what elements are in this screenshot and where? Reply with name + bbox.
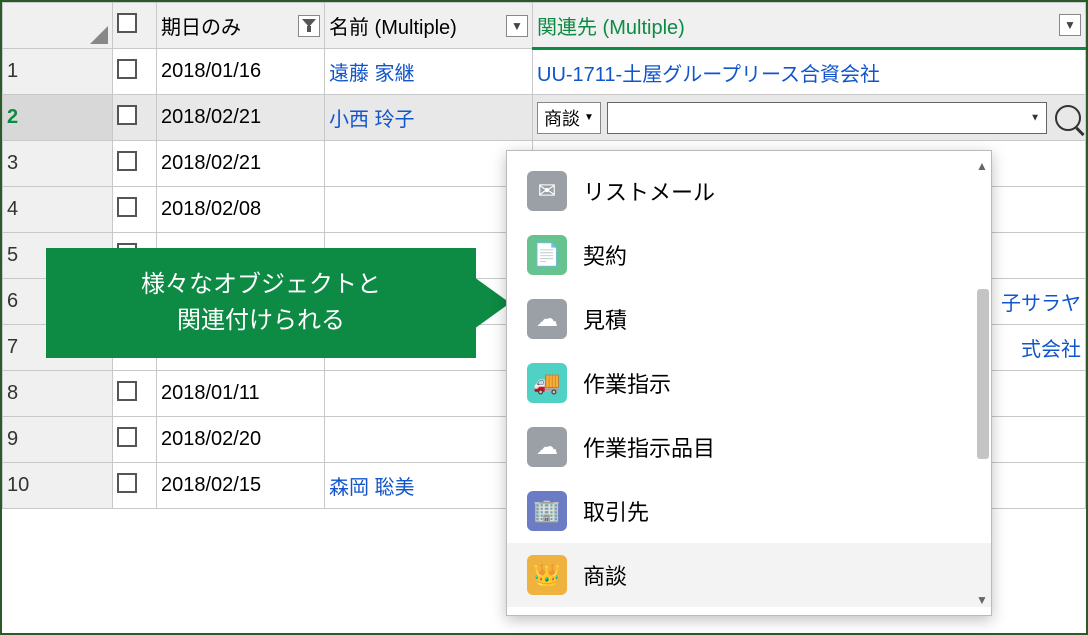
related-cell[interactable]: UU-1711-土屋グループリース合資会社	[533, 49, 1086, 95]
help-callout: 様々なオブジェクトと 関連付けられる	[46, 248, 476, 358]
row-marker-icon	[90, 26, 108, 44]
scroll-down-icon[interactable]: ▼	[975, 593, 989, 607]
name-cell[interactable]: 小西 玲子	[325, 95, 533, 141]
object-type-select[interactable]: 商談 ▼	[537, 102, 601, 134]
dropdown-item[interactable]: 👑 商談	[507, 543, 991, 607]
checkbox-icon[interactable]	[117, 13, 137, 33]
name-cell[interactable]: 森岡 聡美	[325, 463, 533, 509]
dropdown-item-label: 取引先	[583, 495, 649, 527]
table-row[interactable]: 2 2018/02/21小西 玲子 商談 ▼ ▼	[3, 95, 1086, 141]
related-link[interactable]: 式会社	[1021, 339, 1081, 361]
dropdown-item[interactable]: 🚚 作業指示	[507, 351, 991, 415]
object-type-icon: 🚚	[527, 363, 567, 403]
scrollbar[interactable]: ▲ ▼	[975, 159, 989, 607]
name-cell[interactable]	[325, 371, 533, 417]
row-number[interactable]: 9	[3, 417, 113, 463]
lookup-input[interactable]: ▼	[607, 102, 1047, 134]
name-column-header[interactable]: 名前 (Multiple) ▼	[325, 3, 533, 49]
date-cell[interactable]: 2018/01/11	[157, 371, 325, 417]
related-dropdown-button[interactable]: ▼	[1059, 14, 1081, 36]
name-link[interactable]: 森岡 聡美	[329, 477, 415, 499]
callout-line2: 関連付けられる	[141, 303, 381, 339]
row-checkbox-cell[interactable]	[113, 417, 157, 463]
row-select-header[interactable]	[3, 3, 113, 49]
row-number[interactable]: 2	[3, 95, 113, 141]
date-cell[interactable]: 2018/02/20	[157, 417, 325, 463]
object-type-dropdown[interactable]: ✉ リストメール 📄 契約 ☁ 見積 🚚 作業指示 ☁ 作業指示品目 🏢 取引先 👑 商談 ▲ ▼	[506, 150, 992, 616]
related-column-header[interactable]: 関連先 (Multiple) ▼	[533, 3, 1086, 49]
checkbox-icon[interactable]	[117, 59, 137, 79]
checkbox-icon[interactable]	[117, 151, 137, 171]
name-link[interactable]: 小西 玲子	[329, 109, 415, 131]
date-header-label: 期日のみ	[161, 17, 241, 39]
row-checkbox-cell[interactable]	[113, 463, 157, 509]
related-link[interactable]: UU-1711-土屋グループリース合資会社	[537, 64, 880, 86]
checkbox-header[interactable]	[113, 3, 157, 49]
name-cell[interactable]	[325, 417, 533, 463]
dropdown-item-label: 商談	[583, 559, 627, 591]
row-number[interactable]: 1	[3, 49, 113, 95]
checkbox-icon[interactable]	[117, 473, 137, 493]
related-header-label: 関連先 (Multiple)	[537, 17, 685, 39]
date-cell[interactable]: 2018/02/08	[157, 187, 325, 233]
scroll-up-icon[interactable]: ▲	[975, 159, 989, 173]
object-type-icon: 👑	[527, 555, 567, 595]
row-number[interactable]: 3	[3, 141, 113, 187]
table-row[interactable]: 1 2018/01/16遠藤 家継 UU-1711-土屋グループリース合資会社	[3, 49, 1086, 95]
checkbox-icon[interactable]	[117, 197, 137, 217]
dropdown-item-label: 見積	[583, 303, 627, 335]
callout-line1: 様々なオブジェクトと	[141, 267, 381, 303]
object-type-icon: 🏢	[527, 491, 567, 531]
dropdown-item-label: リストメール	[583, 175, 715, 207]
funnel-icon	[302, 19, 316, 33]
row-checkbox-cell[interactable]	[113, 141, 157, 187]
related-cell[interactable]: 商談 ▼ ▼	[533, 95, 1086, 141]
row-number[interactable]: 8	[3, 371, 113, 417]
dropdown-item[interactable]: ☁ 作業指示品目	[507, 415, 991, 479]
search-icon[interactable]	[1055, 105, 1081, 131]
dropdown-item-label: 作業指示品目	[583, 431, 715, 463]
related-link[interactable]: 子サラヤ	[1001, 293, 1081, 315]
row-checkbox-cell[interactable]	[113, 187, 157, 233]
date-cell[interactable]: 2018/02/15	[157, 463, 325, 509]
dropdown-item[interactable]: ☁ 見積	[507, 287, 991, 351]
checkbox-icon[interactable]	[117, 427, 137, 447]
object-type-icon: ✉	[527, 171, 567, 211]
name-cell[interactable]: 遠藤 家継	[325, 49, 533, 95]
checkbox-icon[interactable]	[117, 381, 137, 401]
dropdown-item[interactable]: 🏢 取引先	[507, 479, 991, 543]
object-type-icon: 📄	[527, 235, 567, 275]
date-cell[interactable]: 2018/02/21	[157, 141, 325, 187]
name-header-label: 名前 (Multiple)	[329, 17, 457, 39]
dropdown-item[interactable]: 📄 契約	[507, 223, 991, 287]
date-column-header[interactable]: 期日のみ	[157, 3, 325, 49]
checkbox-icon[interactable]	[117, 105, 137, 125]
object-type-icon: ☁	[527, 427, 567, 467]
chevron-down-icon: ▼	[584, 112, 594, 123]
name-cell[interactable]	[325, 187, 533, 233]
dropdown-item-label: 契約	[583, 239, 627, 271]
name-dropdown-button[interactable]: ▼	[506, 15, 528, 37]
name-link[interactable]: 遠藤 家継	[329, 63, 415, 85]
date-cell[interactable]: 2018/02/21	[157, 95, 325, 141]
object-type-icon: ☁	[527, 299, 567, 339]
chevron-down-icon: ▼	[1030, 112, 1040, 123]
scroll-thumb[interactable]	[977, 289, 989, 459]
row-number[interactable]: 10	[3, 463, 113, 509]
row-number[interactable]: 4	[3, 187, 113, 233]
date-cell[interactable]: 2018/01/16	[157, 49, 325, 95]
dropdown-item[interactable]: ✉ リストメール	[507, 159, 991, 223]
date-filter-button[interactable]	[298, 15, 320, 37]
row-checkbox-cell[interactable]	[113, 95, 157, 141]
row-checkbox-cell[interactable]	[113, 371, 157, 417]
name-cell[interactable]	[325, 141, 533, 187]
dropdown-item-label: 作業指示	[583, 367, 671, 399]
row-checkbox-cell[interactable]	[113, 49, 157, 95]
object-type-value: 商談	[544, 105, 580, 131]
